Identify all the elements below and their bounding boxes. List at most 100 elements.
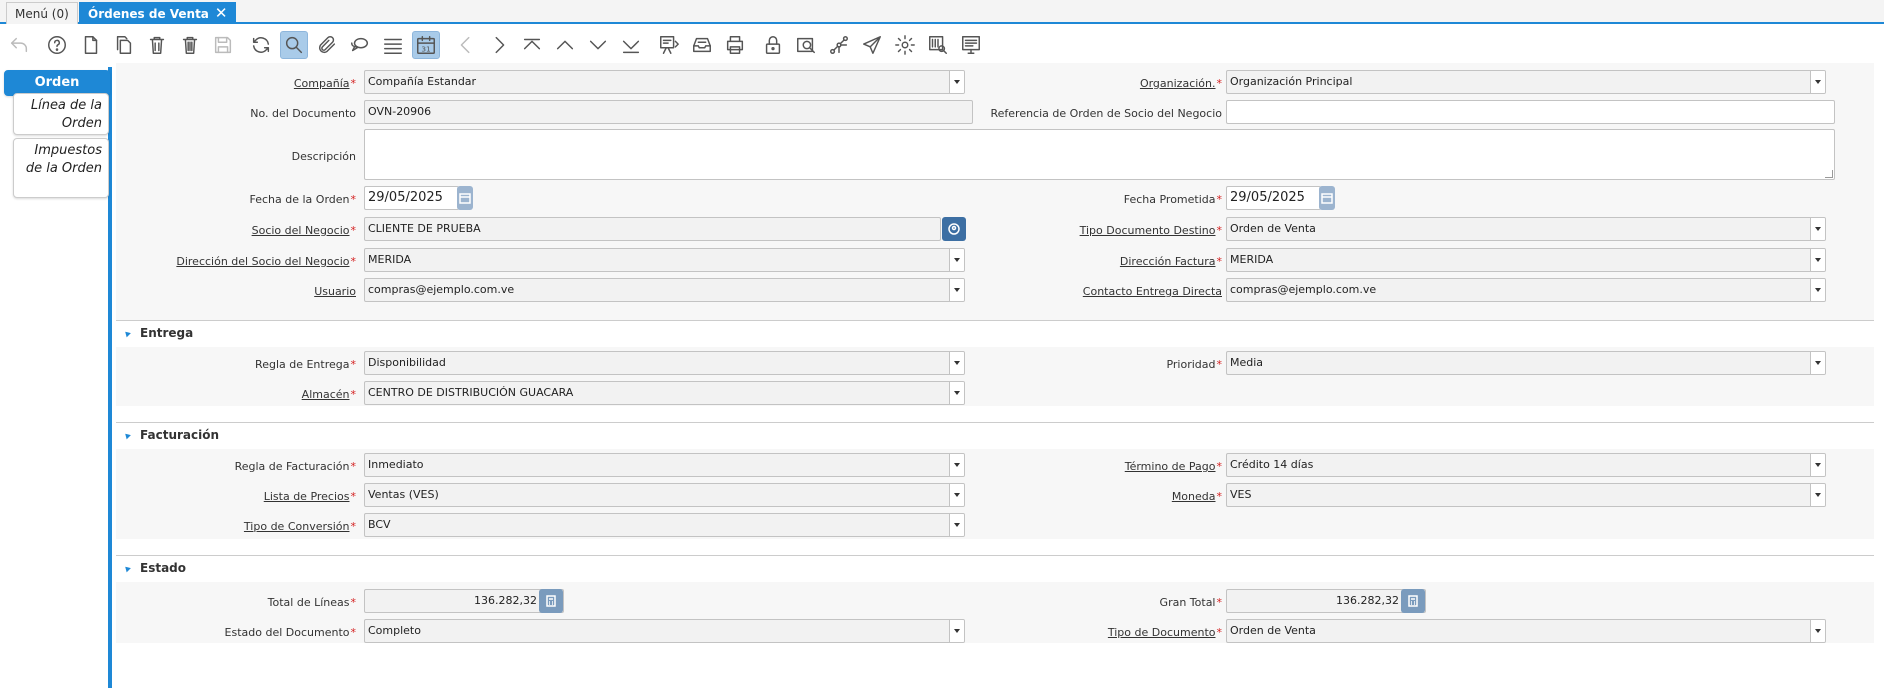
lista-precios-label[interactable]: Lista de Precios*	[116, 490, 356, 504]
calculator-icon	[546, 595, 556, 607]
copy-record-button[interactable]	[110, 31, 138, 59]
compania-label[interactable]: Compañía*	[116, 77, 356, 91]
tab-menu-label: Menú (0)	[15, 7, 69, 21]
chevron-down-icon[interactable]	[949, 382, 964, 404]
delete-selection-button[interactable]	[176, 31, 204, 59]
usuario-label[interactable]: Usuario	[116, 285, 356, 299]
send-button[interactable]	[858, 31, 886, 59]
help-button[interactable]	[43, 31, 71, 59]
fecha-prometida-calendar-button[interactable]	[1319, 186, 1335, 210]
chevron-down-icon[interactable]	[1810, 71, 1825, 93]
total-lineas-calculator-button[interactable]	[539, 589, 563, 613]
tipo-documento-field[interactable]: Orden de Venta	[1226, 619, 1826, 643]
print-button[interactable]	[721, 31, 749, 59]
chevron-down-icon[interactable]	[1810, 249, 1825, 271]
save-icon	[214, 36, 232, 54]
copy-record-icon	[116, 36, 132, 54]
facturacion-title: Facturación	[140, 428, 220, 442]
delete-icon	[149, 36, 165, 54]
print-icon	[726, 36, 744, 54]
termino-pago-field[interactable]: Crédito 14 días	[1226, 453, 1826, 477]
gran-total-calculator-button[interactable]	[1401, 589, 1425, 613]
gran-total-label: Gran Total*	[1159, 596, 1222, 609]
chevron-down-icon[interactable]	[1810, 454, 1825, 476]
zoom-across-button[interactable]	[792, 31, 820, 59]
resize-handle[interactable]	[1825, 170, 1833, 178]
undo-button[interactable]	[5, 31, 33, 59]
product-info-button[interactable]	[924, 31, 952, 59]
tab-linea-orden[interactable]: Línea de la Orden	[13, 93, 109, 135]
tipo-doc-destino-label[interactable]: Tipo Documento Destino*	[816, 224, 1222, 238]
grid-toggle-button[interactable]	[379, 31, 407, 59]
direccion-factura-field[interactable]: MERIDA	[1226, 248, 1826, 272]
fecha-prometida-field[interactable]: 29/05/2025	[1226, 186, 1321, 210]
fecha-prometida-label: Fecha Prometida*	[1123, 193, 1222, 206]
undo-icon	[10, 37, 28, 53]
organizacion-field[interactable]: Organización Principal	[1226, 70, 1826, 94]
chat-button[interactable]	[346, 31, 374, 59]
refresh-button[interactable]	[247, 31, 275, 59]
process-button[interactable]	[891, 31, 919, 59]
delete-button[interactable]	[143, 31, 171, 59]
calendar-icon	[459, 193, 471, 204]
tipo-doc-destino-field[interactable]: Orden de Venta	[1226, 217, 1826, 241]
tab-impuestos-orden[interactable]: Impuestos de la Orden	[13, 138, 109, 198]
estado-section-header[interactable]: Estado	[116, 555, 1874, 581]
chevron-down-icon[interactable]	[1810, 352, 1825, 374]
regla-facturacion-label: Regla de Facturación*	[234, 460, 356, 473]
archive-button[interactable]	[688, 31, 716, 59]
gran-total-field[interactable]: 136.282,32	[1226, 589, 1426, 613]
lock-button[interactable]	[759, 31, 787, 59]
chevron-down-icon[interactable]	[1810, 279, 1825, 301]
detail-record-button[interactable]	[584, 31, 612, 59]
tab-menu[interactable]: Menú (0)	[6, 2, 78, 24]
almacen-label[interactable]: Almacén*	[116, 388, 356, 402]
workflow-button[interactable]	[825, 31, 853, 59]
chevron-down-icon[interactable]	[1810, 620, 1825, 642]
detail-tabs: Orden Línea de la Orden Impuestos de la …	[0, 67, 112, 688]
regla-entrega-label: Regla de Entrega*	[255, 358, 356, 371]
previous-button[interactable]	[452, 31, 480, 59]
next-button[interactable]	[485, 31, 513, 59]
tab-ordenes-de-venta[interactable]: Órdenes de Venta ✕	[79, 2, 237, 24]
fecha-orden-field[interactable]: 29/05/2025	[364, 186, 459, 210]
organizacion-label[interactable]: Organización.*	[816, 77, 1222, 91]
contacto-entrega-label[interactable]: Contacto Entrega Directa	[816, 285, 1222, 299]
fecha-orden-calendar-button[interactable]	[457, 186, 473, 210]
customize-button[interactable]	[957, 31, 985, 59]
prioridad-label: Prioridad*	[1166, 358, 1222, 371]
save-button[interactable]	[209, 31, 237, 59]
moneda-field[interactable]: VES	[1226, 483, 1826, 507]
direccion-socio-label[interactable]: Dirección del Socio del Negocio*	[116, 255, 356, 269]
chevron-down-icon[interactable]	[1810, 218, 1825, 240]
chevron-down-icon[interactable]	[1810, 484, 1825, 506]
refresh-icon	[252, 37, 270, 53]
descripcion-field[interactable]	[364, 129, 1835, 180]
tipo-conversion-label[interactable]: Tipo de Conversión*	[116, 520, 356, 534]
close-icon[interactable]: ✕	[215, 4, 228, 22]
contacto-entrega-field[interactable]: compras@ejemplo.com.ve	[1226, 278, 1826, 302]
window-tab-bar: Menú (0) Órdenes de Venta ✕	[0, 0, 1884, 24]
referencia-field[interactable]	[1226, 100, 1835, 124]
chevron-down-icon[interactable]	[949, 514, 964, 536]
entrega-section-header[interactable]: Entrega	[116, 320, 1874, 346]
attachment-button[interactable]	[313, 31, 341, 59]
total-lineas-field[interactable]: 136.282,32	[364, 589, 564, 613]
direccion-factura-label[interactable]: Dirección Factura*	[816, 255, 1222, 269]
report-button[interactable]	[655, 31, 683, 59]
prioridad-field[interactable]: Media	[1226, 351, 1826, 375]
descripcion-label: Descripción	[291, 150, 356, 163]
parent-record-button[interactable]	[551, 31, 579, 59]
moneda-label[interactable]: Moneda*	[816, 490, 1222, 504]
termino-pago-label[interactable]: Término de Pago*	[816, 460, 1222, 474]
first-record-button[interactable]	[518, 31, 546, 59]
tipo-documento-label[interactable]: Tipo de Documento*	[816, 626, 1222, 640]
tipo-conversion-field[interactable]: BCV	[364, 513, 965, 537]
almacen-field[interactable]: CENTRO DE DISTRIBUCIÓN GUACARA	[364, 381, 965, 405]
find-button[interactable]	[280, 31, 308, 59]
socio-label[interactable]: Socio del Negocio*	[116, 224, 356, 238]
new-record-button[interactable]	[77, 31, 105, 59]
facturacion-section-header[interactable]: Facturación	[116, 422, 1874, 448]
last-record-button[interactable]	[617, 31, 645, 59]
calendar-button[interactable]: 31	[412, 31, 440, 59]
